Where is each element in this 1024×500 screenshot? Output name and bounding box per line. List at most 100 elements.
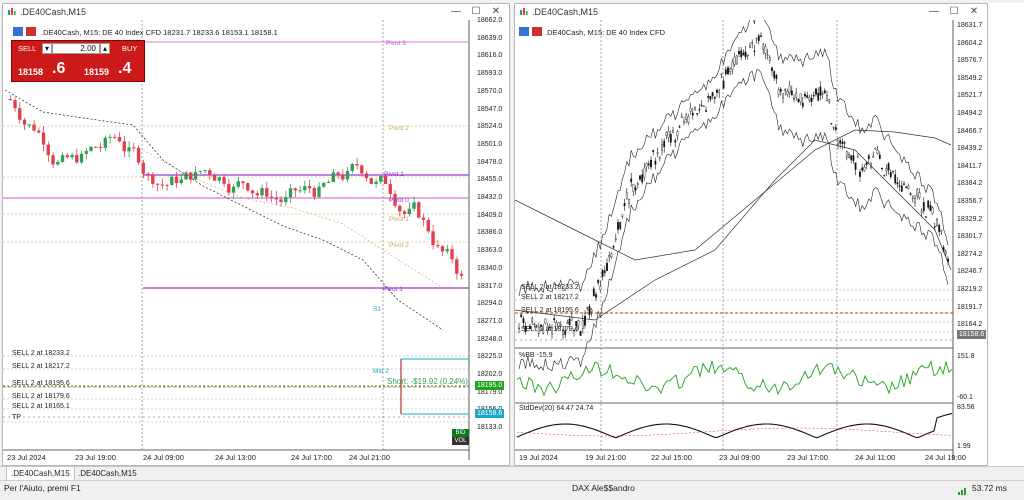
candle bbox=[839, 140, 842, 144]
candle bbox=[260, 188, 264, 196]
candle bbox=[198, 171, 202, 173]
candle bbox=[784, 89, 787, 91]
candle bbox=[581, 320, 584, 329]
candle bbox=[845, 151, 848, 158]
buy-price-main[interactable]: 18159 bbox=[84, 67, 109, 77]
candle bbox=[685, 114, 688, 120]
candle bbox=[236, 181, 240, 187]
candle bbox=[881, 167, 883, 170]
candle bbox=[284, 197, 288, 202]
candle bbox=[876, 149, 879, 154]
candle bbox=[929, 205, 932, 211]
candle bbox=[307, 186, 312, 189]
price-tick-label: 18225.0 bbox=[477, 353, 503, 361]
candle bbox=[911, 196, 914, 199]
price-tick-label: 18301.7 bbox=[957, 233, 983, 241]
candle bbox=[426, 219, 430, 232]
candle bbox=[931, 207, 934, 214]
sell-button[interactable]: SELL bbox=[18, 44, 36, 53]
candle bbox=[608, 255, 611, 258]
candle bbox=[27, 124, 31, 126]
candle bbox=[850, 155, 853, 160]
candle bbox=[722, 81, 725, 89]
chart-icon bbox=[520, 8, 528, 15]
candle bbox=[757, 35, 760, 41]
minimize-button[interactable]: — bbox=[447, 5, 465, 19]
price-tick-label: 18274.2 bbox=[957, 250, 983, 258]
volume-dropdown[interactable]: ▾ bbox=[42, 43, 52, 54]
std-axis-bottom: 1.99 bbox=[957, 443, 971, 450]
candle bbox=[713, 97, 716, 99]
candle bbox=[592, 288, 595, 296]
close-button[interactable]: ✕ bbox=[965, 5, 983, 19]
price-tick-label: 18494.2 bbox=[957, 110, 983, 117]
candle bbox=[639, 175, 641, 180]
candle bbox=[645, 163, 648, 167]
buy-button[interactable]: BUY bbox=[122, 44, 137, 53]
candle bbox=[22, 119, 27, 125]
candle bbox=[379, 176, 383, 182]
candle bbox=[746, 54, 749, 56]
tab-chart-2[interactable]: .DE40Cash,M15 bbox=[74, 467, 141, 480]
sell-price-main[interactable]: 18158 bbox=[18, 67, 43, 77]
candle bbox=[603, 270, 606, 274]
volume-input[interactable]: 2.00 bbox=[52, 43, 100, 54]
candle bbox=[914, 197, 916, 203]
candle bbox=[777, 89, 780, 95]
candle bbox=[643, 167, 646, 178]
candle bbox=[720, 73, 723, 75]
bid-button[interactable]: BID bbox=[452, 429, 469, 437]
candle bbox=[854, 162, 857, 170]
minimize-button[interactable]: — bbox=[925, 5, 943, 19]
volume-stepper[interactable]: ▴ bbox=[100, 43, 110, 54]
sell-price-big[interactable]: .6 bbox=[52, 60, 65, 78]
tab-chart-1[interactable]: .DE40Cash,M15 bbox=[6, 467, 75, 481]
candle bbox=[883, 174, 886, 177]
candle bbox=[597, 280, 600, 284]
left-chart-window[interactable]: .DE40Cash,M15 — ☐ ✕ .DE40Cash, M15: DE 4… bbox=[2, 3, 510, 466]
candle bbox=[279, 199, 283, 202]
candle bbox=[84, 150, 88, 154]
level-label: Mid 2 bbox=[373, 368, 389, 375]
candle bbox=[799, 93, 802, 103]
right-price-chart[interactable] bbox=[515, 20, 987, 465]
candle bbox=[925, 216, 927, 218]
time-tick-label: 24 Jul 21:00 bbox=[349, 453, 390, 462]
candle bbox=[815, 88, 817, 95]
left-window-titlebar[interactable]: .DE40Cash,M15 — ☐ ✕ bbox=[3, 4, 509, 21]
candle bbox=[136, 147, 141, 163]
candle bbox=[716, 89, 718, 93]
level-label: Pivot 2 bbox=[389, 242, 409, 249]
candle bbox=[755, 37, 758, 40]
candle bbox=[731, 61, 734, 70]
candle bbox=[322, 182, 326, 187]
left-price-chart[interactable] bbox=[3, 20, 509, 465]
buy-price-big[interactable]: .4 bbox=[118, 60, 131, 78]
maximize-button[interactable]: ☐ bbox=[945, 5, 963, 19]
candle bbox=[771, 67, 773, 71]
candle bbox=[246, 183, 250, 191]
price-tick-label: 18329.2 bbox=[957, 215, 983, 223]
price-tick-label: 18439.2 bbox=[957, 145, 983, 153]
level-label: Pivot 0 bbox=[389, 197, 409, 204]
candle bbox=[193, 171, 198, 180]
right-price-box: 18158.6 bbox=[957, 330, 987, 339]
candle bbox=[222, 177, 226, 184]
candle bbox=[764, 46, 767, 54]
candle bbox=[303, 186, 307, 191]
candle bbox=[350, 164, 354, 171]
price-box-teal: 18158.6 bbox=[475, 409, 505, 418]
candle bbox=[797, 99, 800, 102]
vol-button[interactable]: VOL bbox=[452, 437, 469, 445]
candle bbox=[729, 68, 732, 72]
candle bbox=[667, 130, 670, 138]
bb-axis-top: 151.8 bbox=[957, 353, 975, 360]
right-chart-window[interactable]: .DE40Cash,M15 — ☐ ✕ .DE40Cash, M15: DE 4… bbox=[514, 3, 988, 466]
std-axis-top: 83.56 bbox=[957, 404, 975, 411]
candle bbox=[788, 85, 791, 94]
candle bbox=[922, 201, 925, 211]
price-tick-label: 18570.0 bbox=[477, 87, 503, 95]
right-window-titlebar[interactable]: .DE40Cash,M15 — ☐ ✕ bbox=[515, 4, 987, 21]
candle bbox=[288, 188, 293, 198]
candle bbox=[691, 112, 694, 116]
